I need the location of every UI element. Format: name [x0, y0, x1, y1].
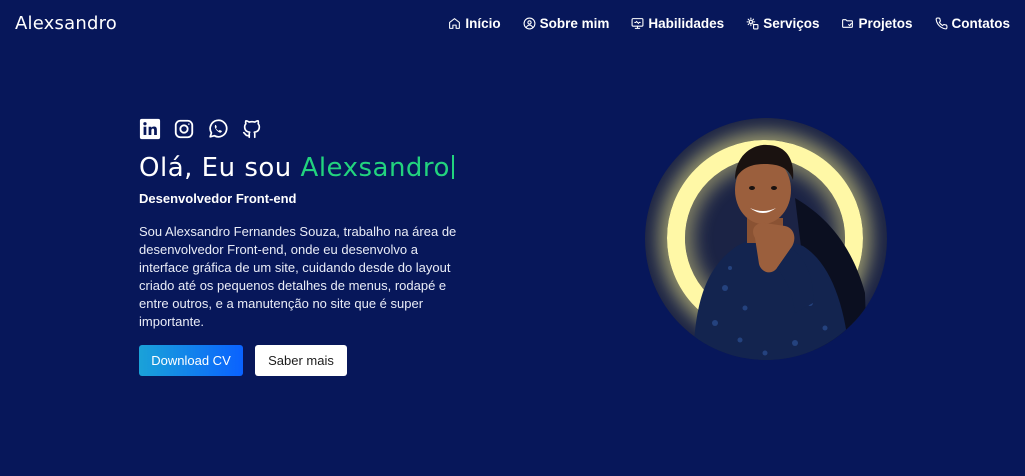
profile-avatar: [645, 118, 887, 360]
top-navbar: Alexsandro Início Sobre mim Habilidades …: [0, 0, 1025, 46]
download-cv-button[interactable]: Download CV: [139, 345, 243, 376]
nav-item-label: Habilidades: [648, 15, 725, 31]
nav-item-sobre-mim[interactable]: Sobre mim: [523, 15, 610, 31]
hero-headline: Olá, Eu sou Alexsandro: [139, 152, 479, 184]
linkedin-link[interactable]: [139, 118, 161, 140]
user-circle-icon: [523, 17, 536, 29]
folder-icon: [842, 18, 854, 28]
github-icon: [242, 119, 261, 139]
phone-icon: [935, 17, 947, 29]
nav-item-projetos[interactable]: Projetos: [841, 15, 913, 31]
nav-item-label: Início: [465, 15, 501, 31]
services-icon: [746, 17, 759, 29]
whatsapp-icon: [209, 119, 228, 138]
brand-logo[interactable]: Alexsandro: [15, 13, 117, 34]
home-icon: [449, 17, 461, 29]
nav-item-contatos[interactable]: Contatos: [935, 15, 1011, 31]
hero-actions: Download CV Saber mais: [139, 345, 479, 376]
instagram-link[interactable]: [173, 118, 195, 140]
nav-item-label: Sobre mim: [539, 15, 610, 31]
nav-item-label: Serviços: [763, 15, 820, 31]
saber-mais-button[interactable]: Saber mais: [255, 345, 347, 376]
social-links: [139, 118, 479, 140]
github-link[interactable]: [241, 118, 263, 140]
headline-name: Alexsandro: [300, 153, 450, 183]
hero-bio: Sou Alexsandro Fernandes Souza, trabalho…: [139, 224, 457, 329]
instagram-icon: [174, 119, 194, 139]
nav-item-servicos[interactable]: Serviços: [746, 16, 819, 31]
whatsapp-link[interactable]: [207, 118, 229, 140]
linkedin-icon: [139, 118, 161, 140]
profile-photo: [693, 144, 867, 360]
nav-item-label: Projetos: [858, 15, 913, 31]
nav-item-inicio[interactable]: Início: [448, 15, 501, 31]
main-nav: Início Sobre mim Habilidades Serviços Pr…: [448, 16, 1010, 31]
nav-item-label: Contatos: [951, 15, 1011, 31]
hero-content: Olá, Eu sou Alexsandro Desenvolvedor Fro…: [139, 118, 479, 376]
monitor-icon: [631, 17, 644, 29]
typing-cursor: [451, 155, 454, 179]
headline-greeting: Olá, Eu sou: [139, 153, 301, 183]
nav-item-habilidades[interactable]: Habilidades: [631, 16, 724, 31]
hero-role: Desenvolvedor Front-end: [139, 191, 297, 206]
